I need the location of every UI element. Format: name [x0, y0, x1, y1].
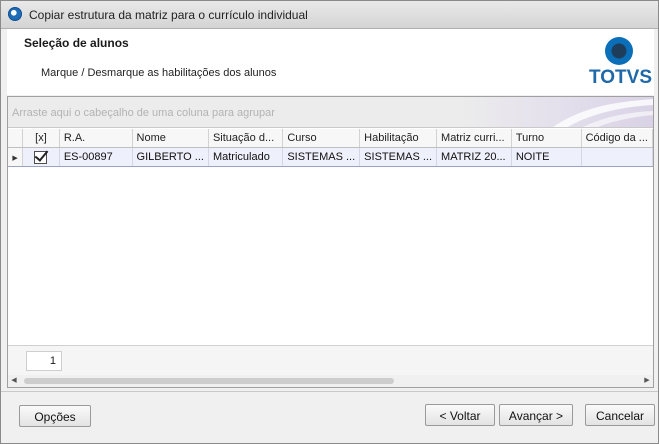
scroll-left-icon[interactable]: ◀	[8, 375, 20, 387]
column-header-habilitacao[interactable]: Habilitação	[359, 129, 438, 148]
cell-habilitacao[interactable]: SISTEMAS ...	[359, 147, 438, 167]
logo-circle-icon	[605, 37, 633, 65]
row-checkbox[interactable]	[34, 150, 48, 164]
wizard-header: Seleção de alunos Marque / Desmarque as …	[7, 29, 654, 95]
cell-curso[interactable]: SISTEMAS ...	[282, 147, 361, 167]
column-header-matriz[interactable]: Matriz curri...	[436, 129, 512, 148]
decorative-swoosh-icon	[553, 99, 653, 127]
select-cell[interactable]	[22, 147, 60, 167]
data-table: [x] R.A. Nome Situação d... Curso Habili…	[8, 129, 654, 167]
options-button[interactable]: Opções	[19, 405, 91, 427]
group-by-panel[interactable]: Arraste aqui o cabeçalho de uma coluna p…	[8, 97, 653, 128]
column-header-curso[interactable]: Curso	[282, 129, 361, 148]
next-button[interactable]: Avançar >	[499, 404, 573, 426]
row-indicator: ▶	[8, 147, 24, 167]
students-grid: Arraste aqui o cabeçalho de uma coluna p…	[7, 96, 654, 388]
column-header-nome[interactable]: Nome	[132, 129, 209, 148]
totvs-logo: TOTVS	[589, 35, 652, 91]
cancel-button[interactable]: Cancelar	[585, 404, 655, 426]
record-count: 1	[26, 351, 62, 371]
step-title: Seleção de alunos	[24, 36, 129, 50]
horizontal-scrollbar[interactable]: ◀ ▶	[8, 375, 653, 387]
scroll-right-icon[interactable]: ▶	[641, 375, 653, 387]
scroll-thumb[interactable]	[24, 378, 394, 384]
column-header-select[interactable]: [x]	[22, 129, 60, 148]
window-title: Copiar estrutura da matriz para o curríc…	[29, 8, 308, 22]
button-separator	[1, 391, 658, 392]
column-header-ra[interactable]: R.A.	[59, 129, 133, 148]
row-indicator-header	[8, 129, 24, 148]
app-icon	[8, 7, 22, 21]
column-header-turno[interactable]: Turno	[511, 129, 582, 148]
cell-ra[interactable]: ES-00897	[59, 147, 133, 167]
step-subtitle: Marque / Desmarque as habilitações dos a…	[41, 67, 277, 79]
cell-nome[interactable]: GILBERTO ...	[132, 147, 209, 167]
column-header-codigo[interactable]: Código da ...	[581, 129, 654, 148]
wizard-window: Copiar estrutura da matriz para o curríc…	[0, 0, 659, 444]
cell-codigo[interactable]	[581, 147, 654, 167]
row-pointer-icon: ▶	[12, 155, 18, 162]
grid-footer: 1	[8, 345, 653, 376]
table-row[interactable]: ▶ ES-00897 GILBERTO ... Matriculado SIST…	[8, 147, 654, 167]
cell-matriz[interactable]: MATRIZ 20...	[436, 147, 512, 167]
title-bar[interactable]: Copiar estrutura da matriz para o curríc…	[1, 1, 658, 29]
table-header-row: [x] R.A. Nome Situação d... Curso Habili…	[8, 129, 654, 148]
column-header-situacao[interactable]: Situação d...	[208, 129, 284, 148]
cell-situacao[interactable]: Matriculado	[208, 147, 284, 167]
logo-text: TOTVS	[589, 67, 652, 88]
cell-turno[interactable]: NOITE	[511, 147, 582, 167]
back-button[interactable]: < Voltar	[425, 404, 495, 426]
group-by-hint: Arraste aqui o cabeçalho de uma coluna p…	[12, 107, 275, 119]
